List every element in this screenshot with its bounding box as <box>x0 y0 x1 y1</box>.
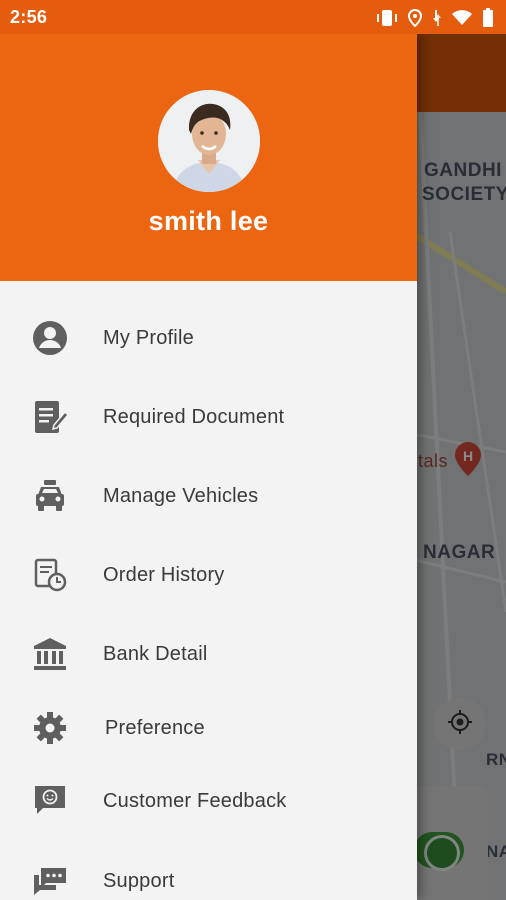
status-bar: 2:56 <box>0 0 506 34</box>
battery-icon <box>482 8 494 28</box>
avatar[interactable] <box>158 90 260 192</box>
menu-item-label: Preference <box>105 716 205 739</box>
menu-item-label: My Profile <box>103 326 194 349</box>
profile-photo <box>158 90 260 192</box>
car-icon <box>30 476 70 516</box>
menu-item-label: Customer Feedback <box>103 789 287 812</box>
location-icon <box>408 9 422 27</box>
menu-item-support[interactable]: Support <box>0 851 417 900</box>
status-time: 2:56 <box>10 7 48 27</box>
history-icon <box>30 555 70 595</box>
menu-item-label: Bank Detail <box>103 642 208 665</box>
user-name: smith lee <box>148 206 269 236</box>
menu-item-customer-feedback[interactable]: Customer Feedback <box>0 771 417 831</box>
wifi-icon <box>452 10 472 26</box>
account-circle-icon <box>30 318 70 358</box>
document-edit-icon <box>30 397 70 437</box>
menu-item-bank-detail[interactable]: Bank Detail <box>0 624 417 684</box>
bank-icon <box>30 634 70 674</box>
status-icons <box>376 8 494 28</box>
menu-item-my-profile[interactable]: My Profile <box>0 308 417 368</box>
menu-item-order-history[interactable]: Order History <box>0 545 417 605</box>
drawer-header: smith lee <box>0 34 417 281</box>
menu-item-preference[interactable]: Preference <box>0 698 417 758</box>
navigation-drawer: smith lee My Profile Required Document M… <box>0 34 417 900</box>
feedback-icon <box>30 781 70 821</box>
menu-item-label: Support <box>103 869 175 892</box>
menu-item-label: Manage Vehicles <box>103 484 259 507</box>
menu-item-label: Required Document <box>103 405 285 428</box>
gear-icon <box>30 708 70 748</box>
vibrate-icon <box>376 9 398 27</box>
support-chat-icon <box>30 861 70 900</box>
menu-item-manage-vehicles[interactable]: Manage Vehicles <box>0 466 417 526</box>
menu-item-label: Order History <box>103 563 225 586</box>
data-icon <box>432 9 442 27</box>
menu-item-required-document[interactable]: Required Document <box>0 387 417 447</box>
